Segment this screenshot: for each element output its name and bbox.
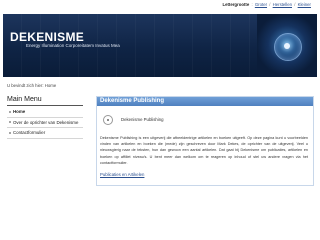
top-bar: Lettergrootte : Groter / Herstellen / Kl…: [0, 0, 320, 12]
sidebar-item-founder[interactable]: Over de oprichter van Dekenisme: [7, 118, 83, 128]
content-panel: Dekenisme Publishing Dekenisme Publishin…: [96, 96, 314, 186]
publications-link[interactable]: Publicaties en Artikelen: [100, 172, 144, 177]
panel-title: Dekenisme Publishing: [97, 97, 313, 106]
site-header: DEKENISME Energy Illumination Corporeita…: [3, 14, 317, 77]
sidebar-item-label: Home: [13, 109, 26, 114]
site-title[interactable]: DEKENISME: [10, 30, 84, 44]
font-size-controls: Lettergrootte : Groter / Herstellen / Kl…: [222, 2, 311, 7]
sidebar-item-label: Over de oprichter van Dekenisme: [13, 119, 79, 125]
sidebar-item-label: Contactformulier: [13, 130, 46, 135]
sidebar-item-contact[interactable]: Contactformulier: [7, 128, 83, 139]
header-orb-image: [257, 14, 317, 77]
orb-core: [284, 43, 290, 49]
publisher-name: Dekenisme Publishing: [121, 117, 164, 122]
font-larger-link[interactable]: Groter: [255, 2, 267, 7]
sidebar-item-home[interactable]: Home: [7, 107, 83, 118]
site-tagline: Energy Illumination Corporeitatem Invatu…: [26, 43, 120, 48]
sidebar-divider: [7, 105, 83, 106]
breadcrumb-prefix: U bevindt zich hier:: [7, 83, 44, 88]
sidebar-menu-title: Main Menu: [7, 96, 42, 103]
bullet-icon: [8, 131, 11, 134]
logo-ring: [103, 115, 113, 125]
sidebar-menu: Home Over de oprichter van Dekenisme Con…: [7, 107, 83, 139]
font-smaller-link[interactable]: Kleiner: [298, 2, 311, 7]
breadcrumb: U bevindt zich hier: Home: [7, 83, 56, 88]
intro-paragraph: Dekenisme Publishing is een uitgeverij d…: [100, 136, 308, 165]
font-reset-link[interactable]: Herstellen: [273, 2, 292, 7]
bullet-icon: [8, 121, 11, 123]
breadcrumb-home-link[interactable]: Home: [45, 83, 56, 88]
font-size-label: Lettergrootte: [222, 2, 250, 7]
bullet-icon: [8, 110, 11, 113]
publisher-logo-icon: [103, 113, 113, 129]
